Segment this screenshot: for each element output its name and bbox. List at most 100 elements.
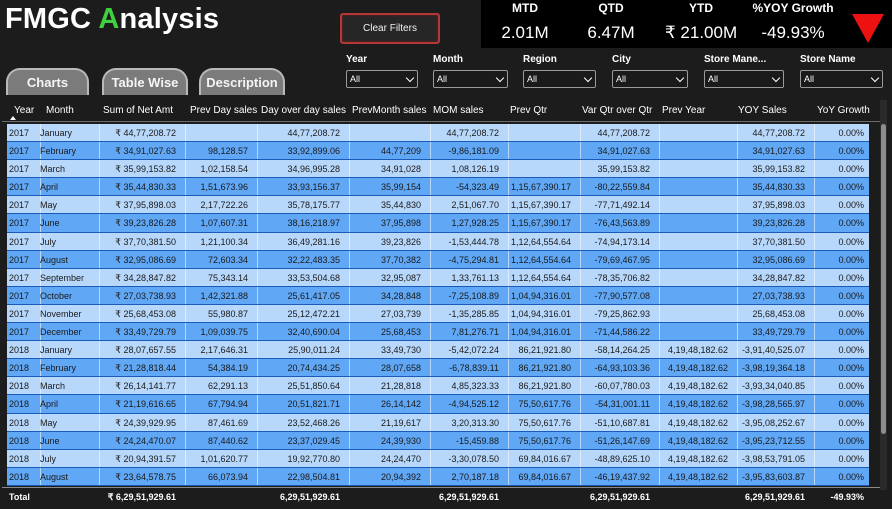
cell-prev-year: 4,19,48,182.62 (667, 363, 728, 374)
cell-dod: 23,52,468.26 (287, 417, 340, 428)
total-net-amt: ₹ 6,29,51,929.61 (107, 492, 176, 502)
column-divider (508, 142, 509, 160)
column-header-var-qoq[interactable]: Var Qtr over Qtr (582, 105, 652, 116)
table-row[interactable]: 2018 March ₹ 26,14,141.77 62,291.13 25,51,85… (7, 377, 869, 396)
column-header-prev-year[interactable]: Prev Year (662, 105, 705, 116)
slicer-label: Region (523, 54, 557, 65)
cell-year: 2017 (9, 218, 30, 229)
column-header-dod[interactable]: Day over day sales (261, 105, 346, 116)
scrollbar-thumb[interactable] (881, 124, 886, 434)
table-row[interactable]: 2017 August ₹ 32,95,086.69 72,603.34 32,22,4… (7, 250, 869, 269)
cell-mom: -1,53,444.78 (448, 236, 499, 247)
column-header-prev-qtr[interactable]: Prev Qtr (510, 105, 547, 116)
cell-mom: 4,85,323.33 (451, 381, 499, 392)
cell-yoy-growth: 0.00% (838, 254, 864, 265)
cell-net-amt: ₹ 24,39,929.95 (115, 417, 176, 428)
cell-yoy-sales: 34,91,027.63 (752, 146, 805, 157)
column-divider (659, 178, 660, 196)
cell-month: May (40, 200, 58, 211)
table-row[interactable]: 2017 December ₹ 33,49,729.79 1,09,039.75 32,… (7, 323, 869, 342)
cell-net-amt: ₹ 32,95,086.69 (115, 254, 176, 265)
table-row[interactable]: 2018 January ₹ 28,07,657.55 2,17,646.31 25,9… (7, 341, 869, 360)
cell-year: 2017 (9, 182, 30, 193)
tab-charts[interactable]: Charts (6, 68, 89, 95)
column-header-prev-day[interactable]: Prev Day sales (190, 105, 257, 116)
column-header-year[interactable]: Year (14, 105, 34, 116)
column-header-yoy-growth[interactable]: YoY Growth (817, 105, 870, 116)
cell-dod: 33,92,899.06 (287, 146, 340, 157)
cell-mom: -3,30,078.50 (448, 453, 499, 464)
slicer-month[interactable]: Month All (427, 51, 508, 91)
slicer-region[interactable]: Region All (517, 51, 596, 91)
slicer-value: All (804, 74, 815, 84)
cell-mom: 1,27,928.25 (451, 218, 499, 229)
cell-prev-qtr: 86,21,921.80 (518, 363, 571, 374)
slicer-city[interactable]: City All (606, 51, 688, 91)
table-row[interactable]: 2017 September ₹ 34,28,847.82 75,343.14 33,5… (7, 268, 869, 287)
cell-year: 2018 (9, 417, 30, 428)
total-year: Total (9, 492, 30, 502)
column-header-month[interactable]: Month (46, 105, 74, 116)
table-row[interactable]: 2017 April ₹ 35,44,830.33 1,51,673.96 33,93,… (7, 178, 869, 197)
kpi-value: ₹ 21.00M (664, 23, 738, 42)
table-row[interactable]: 2017 January ₹ 44,77,208.72 44,77,208.72 44,… (7, 124, 869, 143)
clear-filters-button[interactable]: Clear Filters (340, 13, 440, 44)
table-row[interactable]: 2018 February ₹ 21,28,818.44 54,384.19 20,74… (7, 359, 869, 378)
column-header-prev-month[interactable]: PrevMonth sales (352, 105, 426, 116)
column-header-mom[interactable]: MOM sales (433, 105, 484, 116)
cell-prev-month: 39,23,826 (380, 236, 421, 247)
column-divider (349, 124, 350, 142)
column-header-net-amt[interactable]: Sum of Net Amt (103, 105, 173, 116)
cell-year: 2017 (9, 290, 30, 301)
table-row[interactable]: 2018 May ₹ 24,39,929.95 87,461.69 23,52,468.… (7, 413, 869, 432)
table-row[interactable]: 2018 August ₹ 23,64,578.75 66,073.94 22,98,5… (7, 467, 869, 486)
slicer-dropdown[interactable]: All (612, 70, 688, 88)
table-row[interactable]: 2018 June ₹ 24,24,470.07 87,440.62 23,37,029… (7, 431, 869, 450)
cell-prev-year: 4,19,48,182.62 (667, 435, 728, 446)
tab-description[interactable]: Description (199, 68, 285, 95)
cell-prev-qtr: 1,12,64,554.64 (510, 272, 571, 283)
table-row[interactable]: 2017 February ₹ 34,91,027.63 98,128.57 33,92… (7, 142, 869, 161)
sort-ascending-icon[interactable] (10, 116, 16, 120)
table-row[interactable]: 2017 June ₹ 39,23,826.28 1,07,607.31 38,16,2… (7, 214, 869, 233)
slicer-year[interactable]: Year All (340, 51, 418, 91)
cell-dod: 35,78,175.77 (287, 200, 340, 211)
cell-prev-year: 4,19,48,182.62 (667, 381, 728, 392)
cell-year: 2018 (9, 435, 30, 446)
slicer-store-manager[interactable]: Store Mane... All (698, 51, 784, 91)
slicer-dropdown[interactable]: All (800, 70, 883, 88)
slicer-dropdown[interactable]: All (523, 70, 596, 88)
title-rest: nalysis (119, 3, 220, 35)
cell-prev-month: 24,24,470 (380, 453, 421, 464)
cell-prev-day: 87,461.69 (207, 417, 248, 428)
table-row[interactable]: 2017 November ₹ 25,68,453.08 55,980.87 25,12… (7, 304, 869, 324)
table-row[interactable]: 2018 July ₹ 20,94,391.57 1,01,620.77 19,92,7… (7, 449, 869, 468)
slicer-dropdown[interactable]: All (346, 70, 418, 88)
cell-mom: -6,78,839.11 (449, 363, 499, 374)
cell-net-amt: ₹ 25,68,453.08 (115, 308, 176, 319)
cell-month: January (40, 128, 73, 138)
slicer-store-name[interactable]: Store Name All (794, 51, 883, 91)
cell-var-qoq: -51,10,687.81 (594, 417, 650, 428)
cell-var-qoq: -48,89,625.10 (594, 453, 650, 464)
cell-prev-qtr: 75,50,617.76 (518, 417, 571, 428)
cell-prev-day: 1,42,321.88 (200, 290, 248, 301)
table-row[interactable]: 2017 October ₹ 27,03,738.93 1,42,321.88 25,6… (7, 286, 869, 305)
slicer-dropdown[interactable]: All (704, 70, 784, 88)
tab-table-wise[interactable]: Table Wise (102, 68, 188, 95)
table-row[interactable]: 2017 March ₹ 35,99,153.82 1,02,158.54 34,96,… (7, 160, 869, 179)
cell-dod: 38,16,218.97 (287, 218, 340, 229)
column-header-yoy-sales[interactable]: YOY Sales (738, 105, 787, 116)
table-row[interactable]: 2017 July ₹ 37,70,381.50 1,21,100.34 36,49,2… (7, 232, 869, 251)
table-row[interactable]: 2017 May ₹ 37,95,898.03 2,17,722.26 35,78,17… (7, 196, 869, 215)
cell-month: January (40, 345, 73, 356)
cell-prev-day: 2,17,722.26 (200, 200, 248, 211)
cell-var-qoq: -76,43,563.89 (594, 218, 650, 229)
cell-yoy-growth: 0.00% (838, 200, 864, 211)
table-row[interactable]: 2018 April ₹ 21,19,616.65 67,794.94 20,51,82… (7, 395, 869, 414)
cell-prev-qtr: 86,21,921.80 (518, 345, 571, 356)
cell-yoy-sales: 33,49,729.79 (752, 327, 805, 338)
cell-net-amt: ₹ 23,64,578.75 (115, 471, 176, 482)
slicer-dropdown[interactable]: All (433, 70, 508, 88)
cell-dod: 36,49,281.16 (287, 236, 340, 247)
